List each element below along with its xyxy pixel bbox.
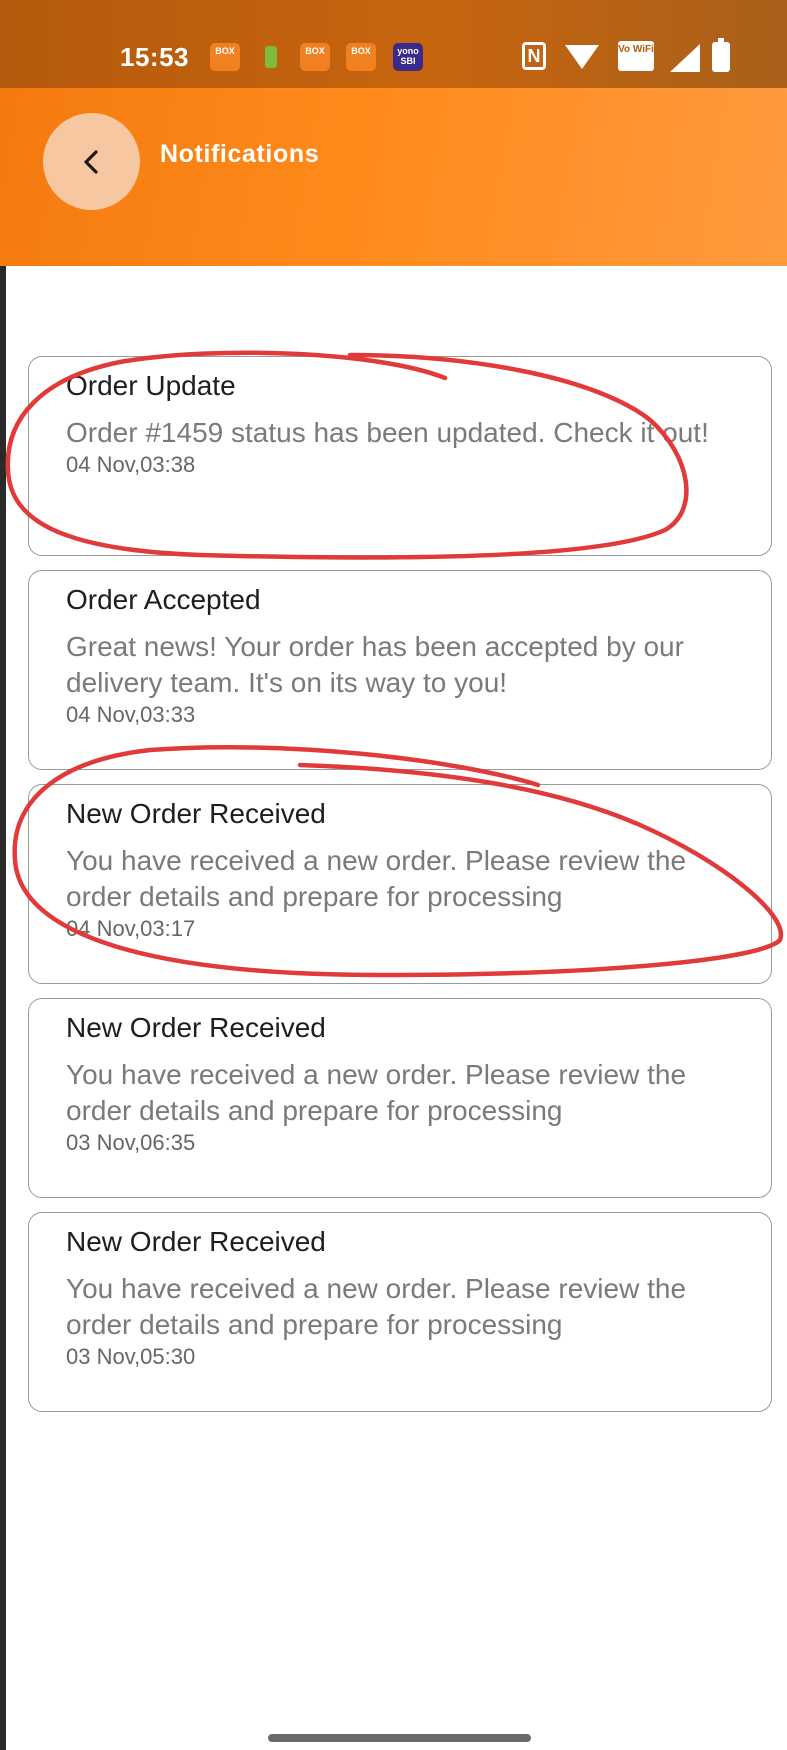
notification-body: You have received a new order. Please re… [66, 1273, 687, 1340]
wifi-icon [565, 45, 599, 69]
box-app-icon: BOX [300, 43, 330, 71]
nfc-icon: N [522, 42, 546, 70]
notification-title: New Order Received [66, 1226, 326, 1257]
app-header: Notifications [0, 88, 787, 266]
notification-time: 04 Nov,03:38 [66, 452, 196, 477]
notification-title: Order Accepted [66, 584, 261, 615]
cell-signal-icon [670, 44, 700, 72]
notification-card[interactable]: Order Accepted Great news! Your order ha… [28, 570, 772, 770]
vowifi-icon: Vo WiFi [618, 41, 654, 71]
notifications-screen: 15:53 BOX BOX BOX yono SBI N Vo WiFi Not… [0, 0, 787, 1750]
notification-time: 04 Nov,03:33 [66, 702, 196, 727]
notification-card[interactable]: New Order Received You have received a n… [28, 998, 772, 1198]
notification-body: You have received a new order. Please re… [66, 1059, 687, 1126]
notification-body: Great news! Your order has been accepted… [66, 631, 684, 698]
notification-card[interactable]: New Order Received You have received a n… [28, 784, 772, 984]
box-app-icon: BOX [210, 43, 240, 71]
home-indicator[interactable] [268, 1734, 531, 1742]
box-app-icon: BOX [346, 43, 376, 71]
notification-body: You have received a new order. Please re… [66, 845, 687, 912]
notification-title: New Order Received [66, 798, 326, 829]
chevron-left-icon [83, 149, 98, 174]
back-button[interactable] [43, 113, 140, 210]
page-title: Notifications [160, 140, 320, 168]
notification-card[interactable]: Order Update Order #1459 status has been… [28, 356, 772, 556]
battery-saver-icon [265, 46, 277, 68]
status-time: 15:53 [120, 42, 189, 72]
notification-body: Order #1459 status has been updated. Che… [66, 417, 709, 448]
notification-title: New Order Received [66, 1012, 326, 1043]
notification-title: Order Update [66, 370, 236, 401]
notification-card[interactable]: New Order Received You have received a n… [28, 1212, 772, 1412]
notification-time: 04 Nov,03:17 [66, 916, 196, 941]
notification-list: Order Update Order #1459 status has been… [28, 356, 772, 1426]
yono-sbi-app-icon: yono SBI [393, 43, 423, 71]
status-bar: 15:53 BOX BOX BOX yono SBI N Vo WiFi [0, 0, 787, 88]
battery-icon [712, 38, 730, 72]
notification-time: 03 Nov,06:35 [66, 1130, 196, 1155]
notification-time: 03 Nov,05:30 [66, 1344, 196, 1369]
